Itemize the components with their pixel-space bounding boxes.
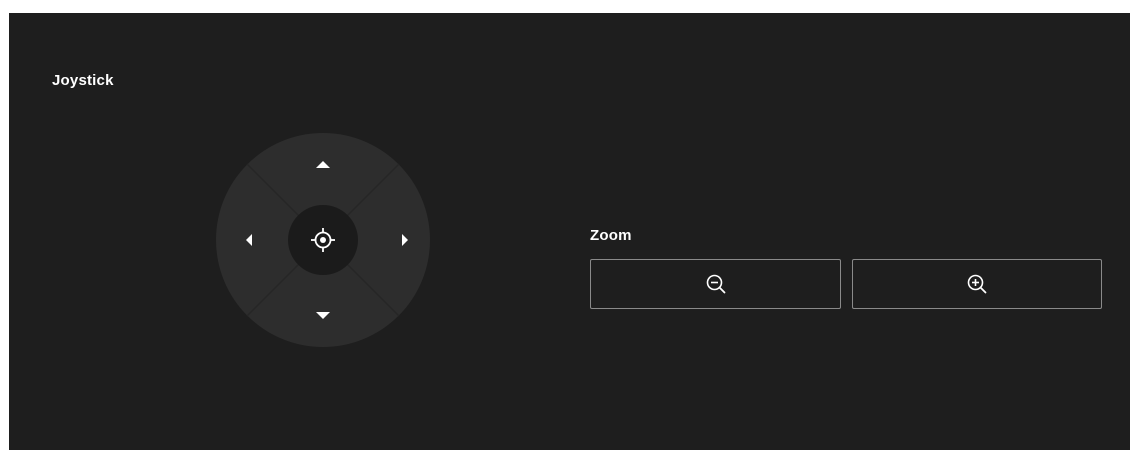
pan-left-button[interactable] bbox=[216, 205, 288, 275]
zoom-out-button[interactable] bbox=[590, 259, 841, 309]
triangle-right-icon bbox=[402, 234, 408, 246]
control-panel: Joystick Zoom bbox=[9, 13, 1130, 450]
center-reset-button[interactable] bbox=[288, 205, 358, 275]
zoom-title: Zoom bbox=[590, 227, 632, 244]
zoom-in-icon bbox=[967, 274, 987, 294]
triangle-up-icon bbox=[316, 161, 330, 168]
pan-down-button[interactable] bbox=[288, 275, 358, 347]
triangle-down-icon bbox=[316, 312, 330, 319]
zoom-out-icon bbox=[706, 274, 725, 294]
joystick-title: Joystick bbox=[52, 72, 114, 89]
pan-right-button[interactable] bbox=[358, 205, 430, 275]
crosshair-icon bbox=[311, 228, 335, 252]
joystick-pad bbox=[216, 133, 430, 347]
triangle-left-icon bbox=[246, 234, 252, 246]
pan-up-button[interactable] bbox=[288, 133, 358, 205]
zoom-in-button[interactable] bbox=[852, 259, 1102, 309]
